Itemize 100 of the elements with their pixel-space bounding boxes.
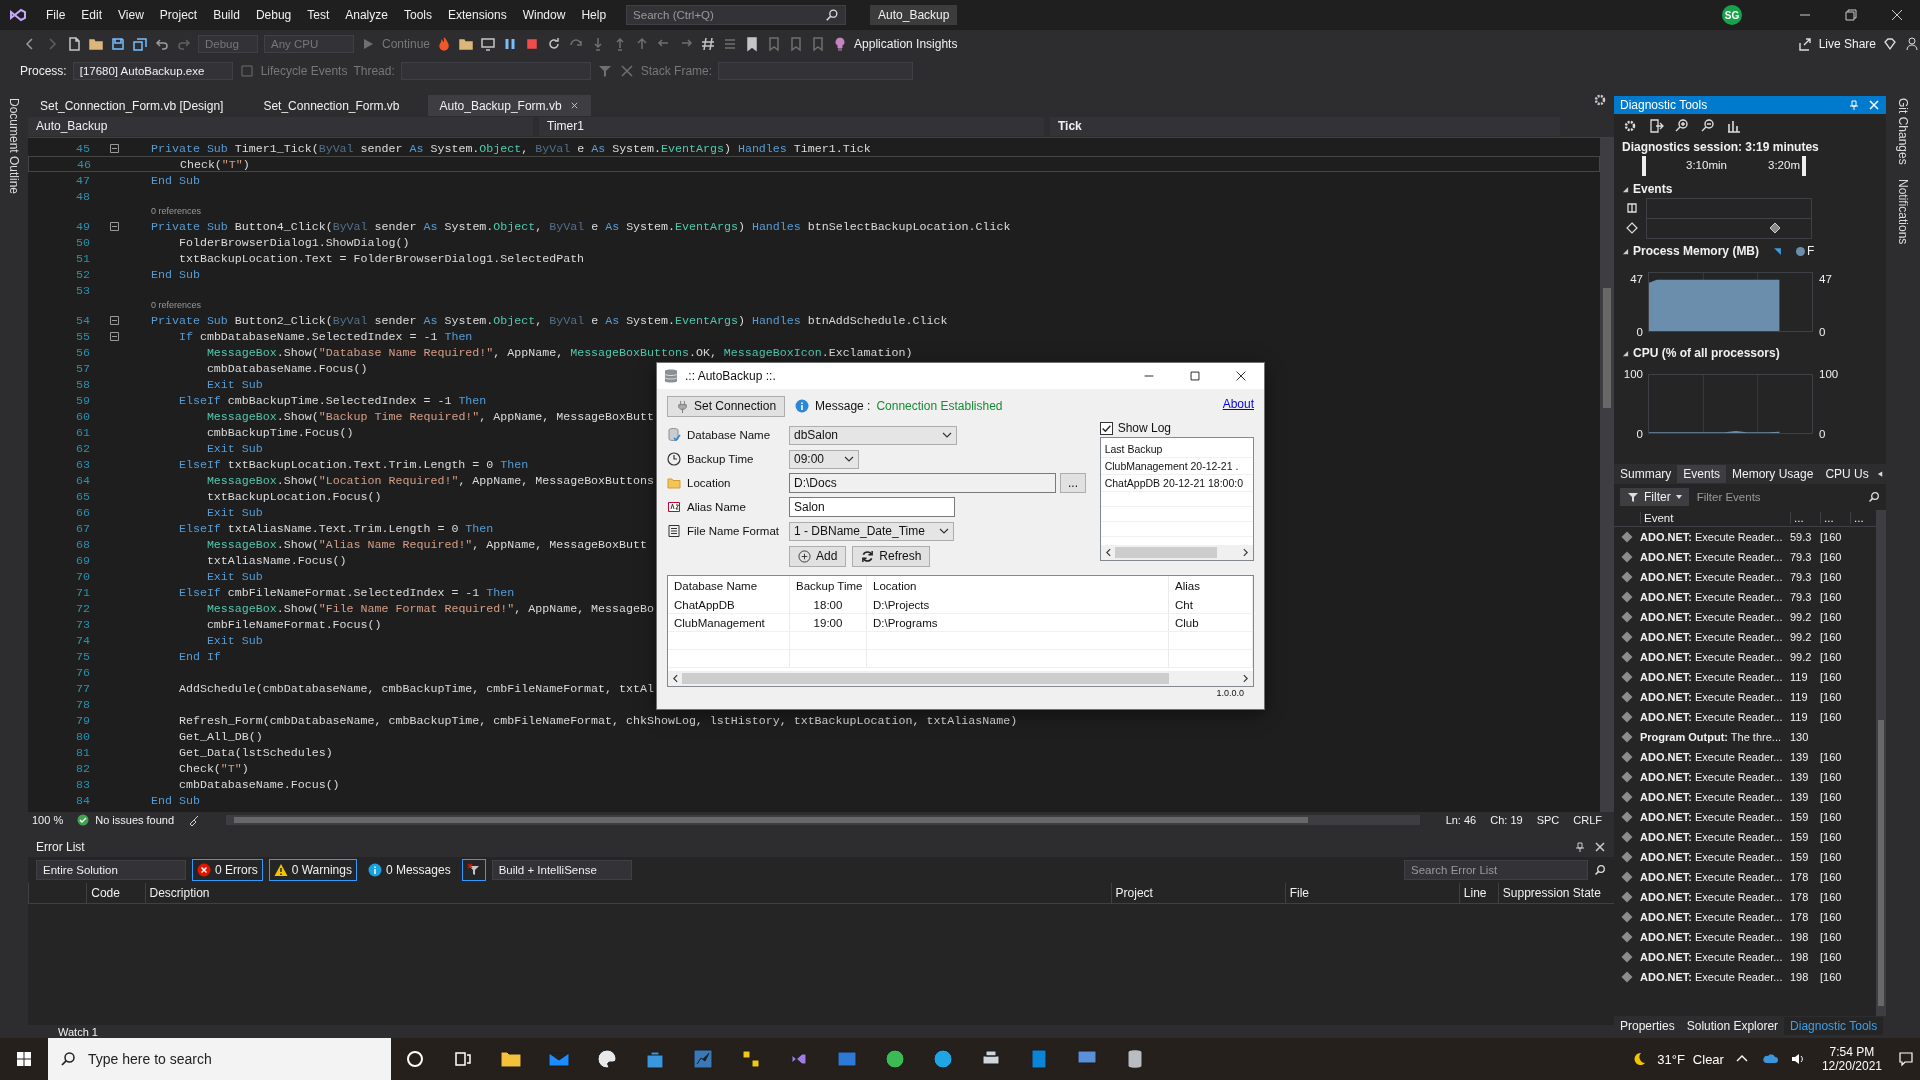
- search-field[interactable]: Search (Ctrl+Q): [626, 5, 847, 25]
- column-header[interactable]: Code: [86, 883, 145, 903]
- checkbox[interactable]: [1099, 421, 1113, 435]
- undo-icon[interactable]: [154, 36, 170, 52]
- column-header[interactable]: Alias: [1169, 576, 1253, 596]
- scrollbar[interactable]: [1100, 545, 1253, 560]
- clock-time[interactable]: 7:54 PM: [1829, 1045, 1875, 1059]
- collapse-icon[interactable]: [110, 331, 119, 341]
- column-header[interactable]: Suppression State: [1497, 883, 1614, 903]
- filter-toggle[interactable]: 0 Warnings: [268, 859, 357, 881]
- object-dropdown[interactable]: Timer1: [539, 117, 1044, 136]
- speaker-icon[interactable]: [1789, 1051, 1806, 1067]
- document-tab[interactable]: Auto_Backup_Form.vb: [427, 95, 591, 116]
- panel-tab[interactable]: Solution Explorer: [1680, 1017, 1785, 1035]
- expander-icon[interactable]: [1622, 349, 1629, 357]
- pin-icon[interactable]: [1574, 841, 1586, 853]
- notification-icon[interactable]: [1898, 1051, 1914, 1067]
- dropdown[interactable]: 1 - DBName_Date_Time: [789, 521, 954, 541]
- search-icon[interactable]: [1594, 864, 1606, 876]
- filter-button[interactable]: [461, 859, 486, 881]
- menu-item[interactable]: Build: [205, 8, 248, 22]
- column-header[interactable]: Backup Time: [790, 576, 867, 596]
- panel-tab[interactable]: Events: [1677, 465, 1727, 483]
- log-entry[interactable]: ChatAppDB 20-12-21 18:00:0: [1100, 475, 1253, 492]
- maximize-icon[interactable]: [1188, 369, 1202, 383]
- menu-item[interactable]: View: [110, 8, 152, 22]
- scrollbar[interactable]: [668, 671, 1253, 686]
- gear-icon[interactable]: [1592, 92, 1608, 108]
- source-dropdown[interactable]: Build + IntelliSense: [491, 860, 632, 880]
- column-header[interactable]: Description: [144, 883, 1111, 903]
- bar-chart-icon[interactable]: [1726, 118, 1742, 134]
- process-dropdown[interactable]: [17680] AutoBackup.exe: [72, 62, 233, 80]
- save-all-icon[interactable]: [132, 36, 148, 52]
- scroll-left-icon[interactable]: [1103, 548, 1113, 557]
- zoom-out-icon[interactable]: [1700, 118, 1716, 134]
- document-tab[interactable]: Set_Connection_Form.vb: [251, 95, 412, 116]
- diamond-icon[interactable]: [1882, 36, 1898, 52]
- hash-icon[interactable]: [700, 36, 717, 52]
- brush-icon[interactable]: [188, 814, 201, 826]
- menu-item[interactable]: File: [38, 8, 74, 22]
- column-header[interactable]: ...: [1790, 512, 1820, 524]
- folder-icon[interactable]: [458, 36, 475, 52]
- watch-tab[interactable]: Watch 1: [58, 1026, 98, 1038]
- side-tab[interactable]: Notifications: [1896, 178, 1910, 245]
- about-link[interactable]: About: [1222, 397, 1254, 411]
- log-entry[interactable]: Last Backup: [1100, 441, 1253, 458]
- close-icon[interactable]: [1594, 841, 1606, 853]
- save-icon[interactable]: [110, 36, 126, 52]
- dropdown[interactable]: dbSalon: [789, 425, 957, 445]
- column-header[interactable]: Project: [1110, 883, 1285, 903]
- log-entry[interactable]: ClubManagement 20-12-21 .: [1100, 458, 1253, 475]
- search-icon[interactable]: [1868, 491, 1880, 503]
- set-connection-button[interactable]: Set Connection: [667, 395, 786, 417]
- document-tab[interactable]: Set_Connection_Form.vb [Design]: [28, 95, 236, 116]
- windows-start-icon[interactable]: [16, 1051, 32, 1067]
- codelens-text[interactable]: 0 references: [151, 300, 202, 310]
- zoom-dropdown[interactable]: 100 %: [32, 814, 64, 826]
- menu-item[interactable]: Edit: [73, 8, 111, 22]
- scrollbar[interactable]: [1600, 138, 1614, 812]
- panel-tab[interactable]: CPU Us: [1819, 465, 1875, 483]
- project-dropdown[interactable]: Auto_Backup: [28, 117, 533, 136]
- browse-button[interactable]: ...: [1060, 473, 1086, 493]
- zoom-in-icon[interactable]: [1674, 118, 1690, 134]
- share-icon[interactable]: [1796, 36, 1813, 52]
- panel-tab[interactable]: Properties: [1614, 1017, 1681, 1035]
- dropdown[interactable]: 09:00: [789, 449, 859, 469]
- scroll-right-icon[interactable]: [1241, 674, 1250, 683]
- hide-icon[interactable]: [618, 63, 635, 79]
- panel-tab[interactable]: Diagnostic Tools: [1784, 1017, 1884, 1035]
- expander-icon[interactable]: [1622, 247, 1629, 255]
- restore-icon[interactable]: [1843, 7, 1859, 23]
- side-tab[interactable]: Git Changes: [1896, 98, 1910, 165]
- panel-tab[interactable]: Summary: [1614, 465, 1678, 483]
- gear-icon[interactable]: [1622, 118, 1638, 134]
- checkbox-label[interactable]: Show Log: [1117, 421, 1172, 435]
- timeline-ruler[interactable]: 3:10min 3:20m: [1642, 156, 1806, 176]
- panel-tab[interactable]: Memory Usage: [1726, 465, 1820, 483]
- collapse-icon[interactable]: [110, 143, 119, 153]
- column-header[interactable]: Location: [867, 576, 1169, 596]
- close-icon[interactable]: [1889, 7, 1905, 23]
- search-field[interactable]: Filter Events: [1694, 488, 1862, 506]
- taskbar-search-field[interactable]: Type here to search: [48, 1038, 391, 1080]
- column-header[interactable]: ...: [1850, 512, 1866, 524]
- scope-dropdown[interactable]: Entire Solution: [36, 860, 186, 880]
- filter-toggle[interactable]: 0 Messages: [362, 859, 456, 881]
- chart-icon[interactable]: [691, 1047, 715, 1071]
- scroll-left-icon[interactable]: [1876, 470, 1884, 478]
- refresh-button[interactable]: Refresh: [852, 545, 931, 567]
- folder-icon[interactable]: [88, 36, 104, 52]
- application-insights-button[interactable]: Application Insights: [854, 37, 958, 51]
- weather-temperature[interactable]: 31°F: [1657, 1051, 1685, 1067]
- scrollbar[interactable]: [226, 815, 1420, 825]
- weather-condition[interactable]: Clear: [1692, 1051, 1724, 1067]
- clock-date[interactable]: 12/20/2021: [1821, 1059, 1882, 1073]
- close-icon[interactable]: [1234, 369, 1248, 383]
- menu-item[interactable]: Analyze: [337, 8, 396, 22]
- add-button[interactable]: Add: [789, 545, 847, 567]
- text-field[interactable]: D:\Docs: [789, 473, 1056, 493]
- event-marker[interactable]: [1769, 221, 1781, 234]
- codelens-text[interactable]: 0 references: [151, 206, 202, 216]
